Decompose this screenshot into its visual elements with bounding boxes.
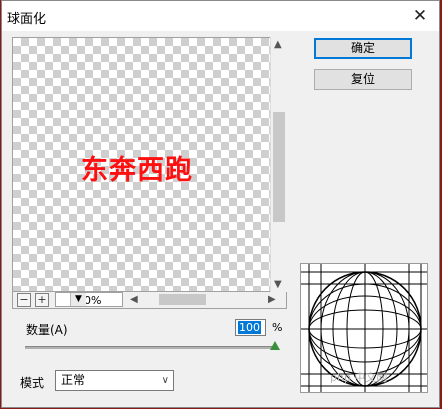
title-bar: 球面化 ✕ xyxy=(2,1,439,31)
preview-toolbar: − + 100% ▼ ◀ ▶ xyxy=(12,292,287,309)
window-title: 球面化 xyxy=(7,12,47,27)
zoom-out-icon[interactable]: − xyxy=(17,293,31,307)
chevron-down-icon[interactable]: ∨ xyxy=(162,371,169,390)
vertical-scroll-thumb[interactable] xyxy=(273,112,285,222)
mode-label: 模式 xyxy=(20,376,45,390)
zoom-select[interactable]: 100% ▼ xyxy=(55,292,123,307)
watermark-text: php 中文网 xyxy=(330,371,388,384)
ok-button[interactable]: 确定 xyxy=(314,38,412,59)
preview-canvas[interactable]: 东奔西跑 xyxy=(12,37,287,292)
preview-text: 东奔西跑 xyxy=(81,155,193,186)
scroll-right-icon[interactable]: ▶ xyxy=(268,294,276,305)
amount-unit: % xyxy=(272,321,283,334)
zoom-in-icon[interactable]: + xyxy=(35,293,49,307)
chevron-down-icon[interactable]: ▼ xyxy=(70,293,86,306)
mode-value: 正常 xyxy=(61,373,86,387)
amount-value: 100 xyxy=(238,321,261,334)
scroll-left-icon[interactable]: ◀ xyxy=(130,294,138,305)
amount-slider-track[interactable] xyxy=(25,346,276,349)
scroll-up-icon[interactable]: ▲ xyxy=(274,39,282,50)
amount-slider-thumb[interactable] xyxy=(270,341,280,350)
amount-input[interactable]: 100 xyxy=(235,319,266,336)
mode-select[interactable]: 正常 ∨ xyxy=(55,370,174,391)
reset-button[interactable]: 复位 xyxy=(314,69,412,90)
vertical-scrollbar[interactable]: ▲ ▼ xyxy=(270,37,287,292)
scroll-down-icon[interactable]: ▼ xyxy=(274,279,282,290)
amount-label: 数量(A) xyxy=(26,323,68,337)
close-icon[interactable]: ✕ xyxy=(409,5,431,27)
horizontal-scroll-thumb[interactable] xyxy=(159,294,206,305)
spherize-dialog: 球面化 ✕ 东奔西跑 ▲ ▼ − + 100% ▼ ◀ ▶ 确定 复位 数量(A… xyxy=(1,0,440,408)
